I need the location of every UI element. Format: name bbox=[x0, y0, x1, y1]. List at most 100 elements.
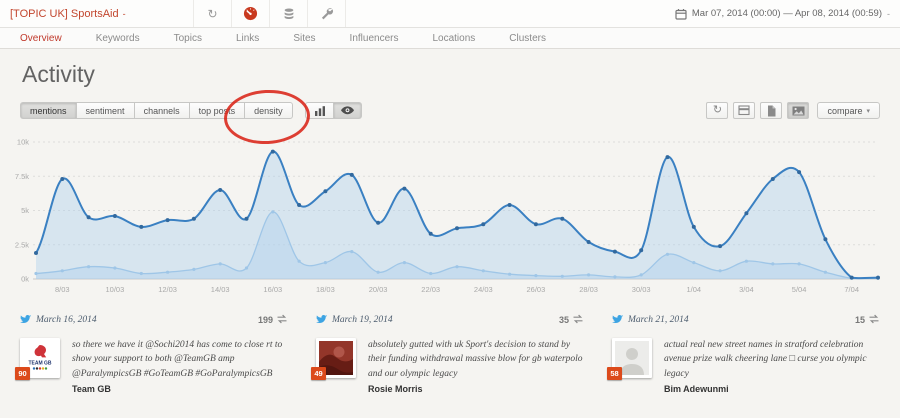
tweet-body: 58 actual real new street names in stratf… bbox=[612, 338, 880, 394]
calendar-icon bbox=[675, 8, 687, 20]
tweet-author: Bim Adewunmi bbox=[664, 384, 880, 394]
svg-text:1/04: 1/04 bbox=[686, 285, 701, 294]
display-toggle-group bbox=[305, 102, 362, 119]
table-icon bbox=[738, 105, 750, 116]
tweet-text: actual real new street names in stratfor… bbox=[664, 338, 880, 381]
image-export-button[interactable] bbox=[787, 102, 809, 119]
tweet-text: so there we have it @Sochi2014 has come … bbox=[72, 338, 288, 381]
tweet-author: Team GB bbox=[72, 384, 288, 394]
analytics-dashboard: [TOPIC UK] SportsAid - ↻ bbox=[0, 0, 900, 418]
tweet-body: 49 absolutely gutted with uk Sport's deci… bbox=[316, 338, 584, 394]
twitter-icon bbox=[612, 311, 623, 329]
svg-text:8/03: 8/03 bbox=[55, 285, 70, 294]
influence-badge: 90 bbox=[15, 367, 30, 380]
svg-text:30/03: 30/03 bbox=[632, 285, 651, 294]
svg-text:16/03: 16/03 bbox=[263, 285, 282, 294]
image-icon bbox=[792, 106, 805, 116]
svg-text:26/03: 26/03 bbox=[527, 285, 546, 294]
svg-text:3/04: 3/04 bbox=[739, 285, 754, 294]
tweet-header: March 16, 2014 199 bbox=[20, 311, 288, 329]
retweet-icon bbox=[572, 314, 584, 326]
eye-view-button[interactable] bbox=[333, 102, 362, 119]
page-title: Activity bbox=[22, 61, 95, 88]
refresh-mode-button[interactable]: ↻ bbox=[193, 0, 231, 27]
bar-chart-icon bbox=[314, 105, 326, 117]
topic-selector[interactable]: [TOPIC UK] SportsAid - bbox=[0, 8, 126, 20]
chart-toolbar: mentionssentimentchannelstop postsdensit… bbox=[20, 102, 880, 120]
avatar: 49 bbox=[316, 338, 356, 378]
view-button-channels[interactable]: channels bbox=[134, 102, 190, 119]
retweet-count: 199 bbox=[258, 314, 288, 326]
eye-icon bbox=[341, 106, 354, 115]
svg-text:0k: 0k bbox=[21, 275, 29, 284]
twitter-icon bbox=[20, 311, 31, 329]
date-range-label: Mar 07, 2014 (00:00) — Apr 08, 2014 (00:… bbox=[692, 8, 882, 19]
topic-caret-icon: - bbox=[123, 9, 126, 19]
date-range-picker[interactable]: Mar 07, 2014 (00:00) — Apr 08, 2014 (00:… bbox=[675, 8, 900, 20]
view-button-mentions[interactable]: mentions bbox=[20, 102, 77, 119]
view-button-top-posts[interactable]: top posts bbox=[189, 102, 246, 119]
svg-text:24/03: 24/03 bbox=[474, 285, 493, 294]
tab-topics[interactable]: Topics bbox=[174, 33, 202, 44]
tab-bar: Overview Keywords Topics Links Sites Influenc… bbox=[0, 28, 900, 49]
tweet-date: March 16, 2014 bbox=[36, 315, 97, 325]
wrench-icon bbox=[320, 7, 334, 21]
svg-text:7/04: 7/04 bbox=[844, 285, 859, 294]
file-export-button[interactable] bbox=[760, 102, 782, 119]
svg-text:5k: 5k bbox=[21, 206, 29, 215]
svg-text:28/03: 28/03 bbox=[579, 285, 598, 294]
top-tweets-row: March 16, 2014 199 TEAM GB90 so there we ha… bbox=[20, 311, 880, 394]
tweet-header: March 19, 2014 35 bbox=[316, 311, 584, 329]
retweet-count: 15 bbox=[855, 314, 880, 326]
topbar: [TOPIC UK] SportsAid - ↻ bbox=[0, 0, 900, 28]
tweet-content: so there we have it @Sochi2014 has come … bbox=[72, 338, 288, 394]
tab-links[interactable]: Links bbox=[236, 33, 259, 44]
avatar: 58 bbox=[612, 338, 652, 378]
main-content: Activity mentionssentimentchannelstop po… bbox=[0, 49, 900, 418]
tweet-card[interactable]: March 21, 20141558actual real new street… bbox=[612, 311, 880, 394]
tweet-date: March 19, 2014 bbox=[332, 315, 393, 325]
refresh-chart-button[interactable]: ↻ bbox=[706, 102, 728, 119]
svg-text:2.5k: 2.5k bbox=[15, 240, 29, 249]
tweet-card[interactable]: March 16, 2014 199 TEAM GB90 so there we ha… bbox=[20, 311, 288, 394]
svg-text:14/03: 14/03 bbox=[211, 285, 230, 294]
tab-overview[interactable]: Overview bbox=[20, 33, 62, 44]
tab-influencers[interactable]: Influencers bbox=[350, 33, 399, 44]
gauge-icon bbox=[243, 6, 258, 21]
bar-chart-view-button[interactable] bbox=[305, 102, 334, 119]
activity-chart-panel: 0k2.5k5k7.5k10k8/0310/0312/0314/0316/031… bbox=[0, 129, 900, 301]
dashboard-mode-button[interactable] bbox=[231, 0, 269, 27]
tweet-text: absolutely gutted with uk Sport's decisi… bbox=[368, 338, 584, 381]
settings-mode-button[interactable] bbox=[307, 0, 346, 27]
view-button-group: mentionssentimentchannelstop postsdensit… bbox=[20, 102, 293, 119]
tab-keywords[interactable]: Keywords bbox=[96, 33, 140, 44]
svg-text:10/03: 10/03 bbox=[106, 285, 125, 294]
topic-title: [TOPIC UK] SportsAid bbox=[10, 8, 119, 20]
file-icon bbox=[766, 105, 777, 117]
tweet-card[interactable]: March 19, 2014 35 49 absolutely gutted with… bbox=[316, 311, 584, 394]
compare-button[interactable]: compare ▾ bbox=[817, 102, 880, 119]
date-caret-icon: - bbox=[887, 9, 890, 19]
table-export-button[interactable] bbox=[733, 102, 755, 119]
retweet-icon bbox=[276, 314, 288, 326]
svg-text:12/03: 12/03 bbox=[158, 285, 177, 294]
view-button-sentiment[interactable]: sentiment bbox=[76, 102, 135, 119]
avatar: TEAM GB90 bbox=[20, 338, 60, 378]
tweet-author: Rosie Morris bbox=[368, 384, 584, 394]
export-tools: ↻ bbox=[706, 102, 880, 119]
tab-clusters[interactable]: Clusters bbox=[509, 33, 546, 44]
database-icon bbox=[282, 7, 296, 21]
refresh-icon: ↻ bbox=[207, 8, 217, 20]
tweet-content: actual real new street names in stratfor… bbox=[664, 338, 880, 394]
svg-text:18/03: 18/03 bbox=[316, 285, 335, 294]
tab-locations[interactable]: Locations bbox=[432, 33, 475, 44]
view-button-density[interactable]: density bbox=[244, 102, 293, 119]
activity-chart[interactable]: 0k2.5k5k7.5k10k8/0310/0312/0314/0316/031… bbox=[0, 129, 900, 301]
mode-switcher: ↻ bbox=[193, 0, 346, 27]
retweet-count: 35 bbox=[559, 314, 584, 326]
svg-text:20/03: 20/03 bbox=[369, 285, 388, 294]
refresh-icon: ↻ bbox=[713, 105, 722, 116]
data-mode-button[interactable] bbox=[269, 0, 307, 27]
retweet-icon bbox=[868, 314, 880, 326]
tab-sites[interactable]: Sites bbox=[293, 33, 315, 44]
